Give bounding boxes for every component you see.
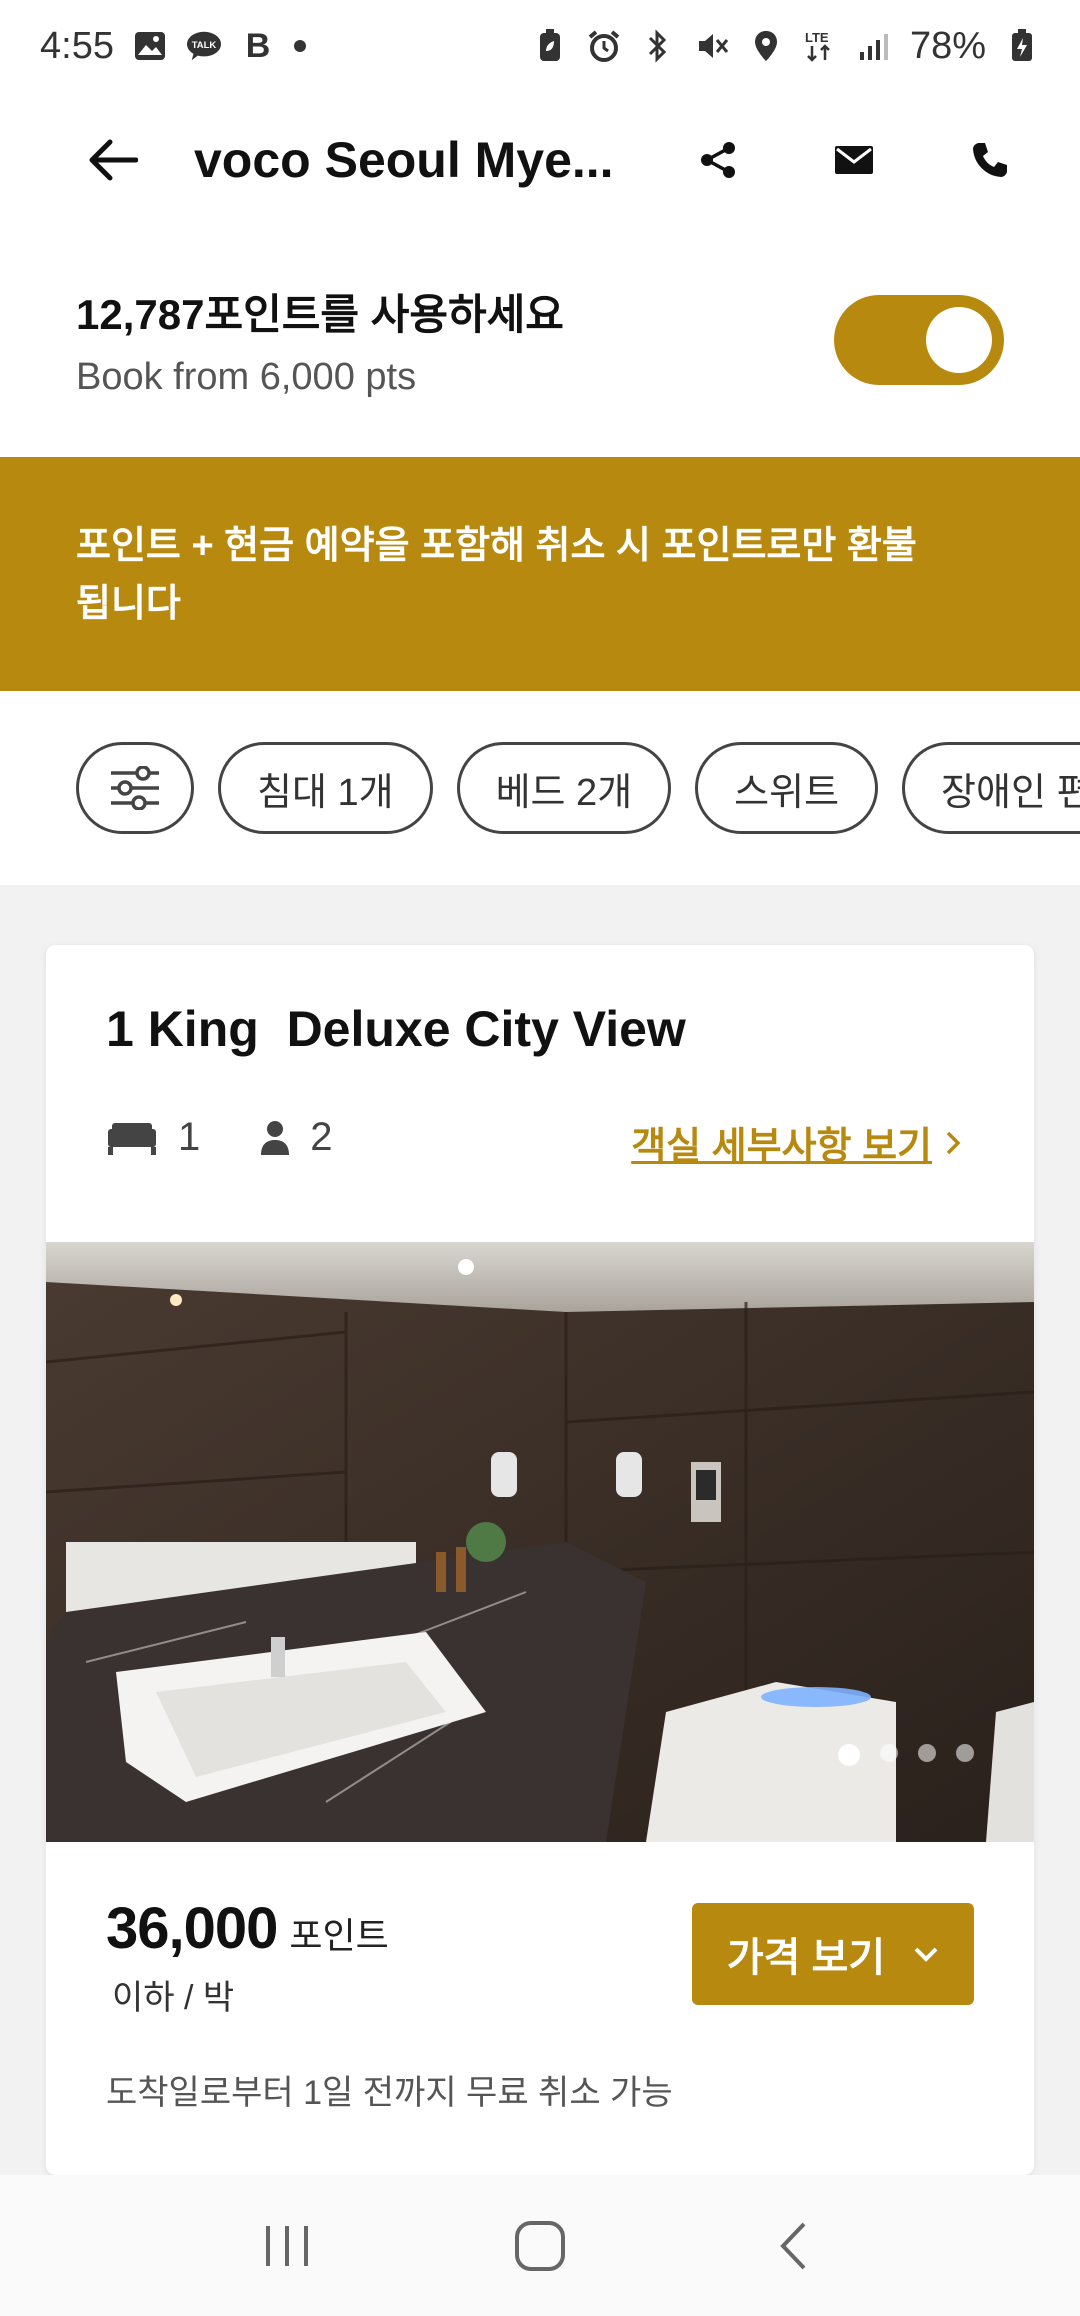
mail-icon [835,145,873,174]
arrow-left-icon [89,139,138,180]
points-text: 12,787포인트를 사용하세요 Book from 6,000 pts [76,281,564,399]
points-title: 12,787포인트를 사용하세요 [76,291,564,338]
signal-icon [856,28,892,64]
battery-percent: 78% [909,24,986,67]
battery-saver-icon [532,28,568,64]
points-row: 12,787포인트를 사용하세요 Book from 6,000 pts [0,270,1080,410]
share-icon [701,141,735,178]
hotel-title: voco Seoul Mye... [194,131,614,188]
alarm-icon [586,28,622,64]
app-header: voco Seoul Mye... [0,92,1080,227]
room-meta: 1 2 [106,1115,373,1160]
filter-chip-king-bed[interactable]: 침대 1개 [218,742,433,834]
system-back-button[interactable] [753,2206,833,2286]
email-button[interactable] [824,130,884,190]
sliders-icon [111,766,159,810]
bed-icon [108,1122,156,1155]
system-nav-bar [0,2175,1080,2316]
room-details-label: 객실 세부사항 보기 [631,1126,932,1168]
carousel-dot-3[interactable] [918,1744,936,1762]
svg-text:LTE: LTE [805,30,829,45]
filter-chip-accessible[interactable]: 장애인 편 [902,742,1080,834]
refund-info-banner: 포인트 + 현금 예약을 포함해 취소 시 포인트로만 환불됩니다 [0,457,1080,691]
toggle-knob [926,307,992,373]
status-right: LTE 78% [532,25,1040,68]
chevron-down-icon [914,1947,938,1962]
view-prices-label: 가격 보기 [726,1936,886,1980]
back-button[interactable] [80,128,144,192]
price-unit: 포인트 [289,1915,389,1956]
room-photo-carousel[interactable] [46,1242,1034,1842]
chevron-right-icon [946,1131,961,1154]
talk-icon-label: TALK [192,40,217,51]
notification-dot-icon [293,40,306,52]
room-title: 1 King Deluxe City View [106,1001,686,1057]
view-prices-button[interactable]: 가격 보기 [692,1903,974,2005]
beds-info: 1 [106,1115,200,1160]
lte-icon: LTE [802,28,838,64]
price-info: 36,000 포인트 이하 / 박 [106,1895,389,2019]
home-button[interactable] [500,2206,580,2286]
price-per-night: 이하 / 박 [112,1979,235,2017]
status-bar: 4:55 TALK B LTE 78% [0,0,1080,92]
use-points-toggle[interactable] [834,295,1004,385]
recent-apps-button[interactable] [247,2206,327,2286]
price-amount: 36,000 [106,1896,278,1961]
guests-count: 2 [310,1115,333,1159]
banner-text: 포인트 + 현금 예약을 포함해 취소 시 포인트로만 환불됩니다 [76,525,917,625]
talk-icon: TALK [186,28,222,64]
beds-count: 1 [178,1115,201,1159]
filter-chip-suite[interactable]: 스위트 [695,742,879,834]
cancellation-note: 도착일로부터 1일 전까지 무료 취소 가능 [106,2074,673,2112]
carousel-dot-4[interactable] [956,1744,974,1762]
carousel-dots [838,1744,974,1766]
room-card: 1 King Deluxe City View 1 2 객실 세부사항 보기 3… [46,945,1034,2175]
recent-apps-icon [265,2225,308,2266]
share-button[interactable] [688,130,748,190]
header-actions [688,130,1020,190]
gallery-icon [132,28,168,64]
status-time: 4:55 [40,24,114,67]
points-subtitle: Book from 6,000 pts [76,356,417,398]
filter-chip-two-beds[interactable]: 베드 2개 [456,742,672,834]
home-icon [514,2220,565,2271]
carousel-dot-2[interactable] [880,1744,898,1762]
battery-icon [1004,28,1040,64]
mute-icon [694,28,730,64]
back-chevron-icon [780,2222,806,2269]
price-main: 36,000 포인트 [106,1895,389,1962]
phone-icon [973,142,1007,177]
bluetooth-icon [640,28,676,64]
b-app-icon: B [245,26,271,65]
filter-chips: 침대 1개 베드 2개 스위트 장애인 편 [76,742,1080,834]
carousel-dot-1[interactable] [838,1744,860,1766]
person-icon [261,1120,290,1155]
status-left: 4:55 TALK B [40,25,306,68]
call-button[interactable] [960,130,1020,190]
location-icon [748,28,784,64]
room-details-link[interactable]: 객실 세부사항 보기 [631,1115,962,1170]
filter-settings-button[interactable] [76,742,194,834]
guests-info: 2 [260,1115,333,1160]
